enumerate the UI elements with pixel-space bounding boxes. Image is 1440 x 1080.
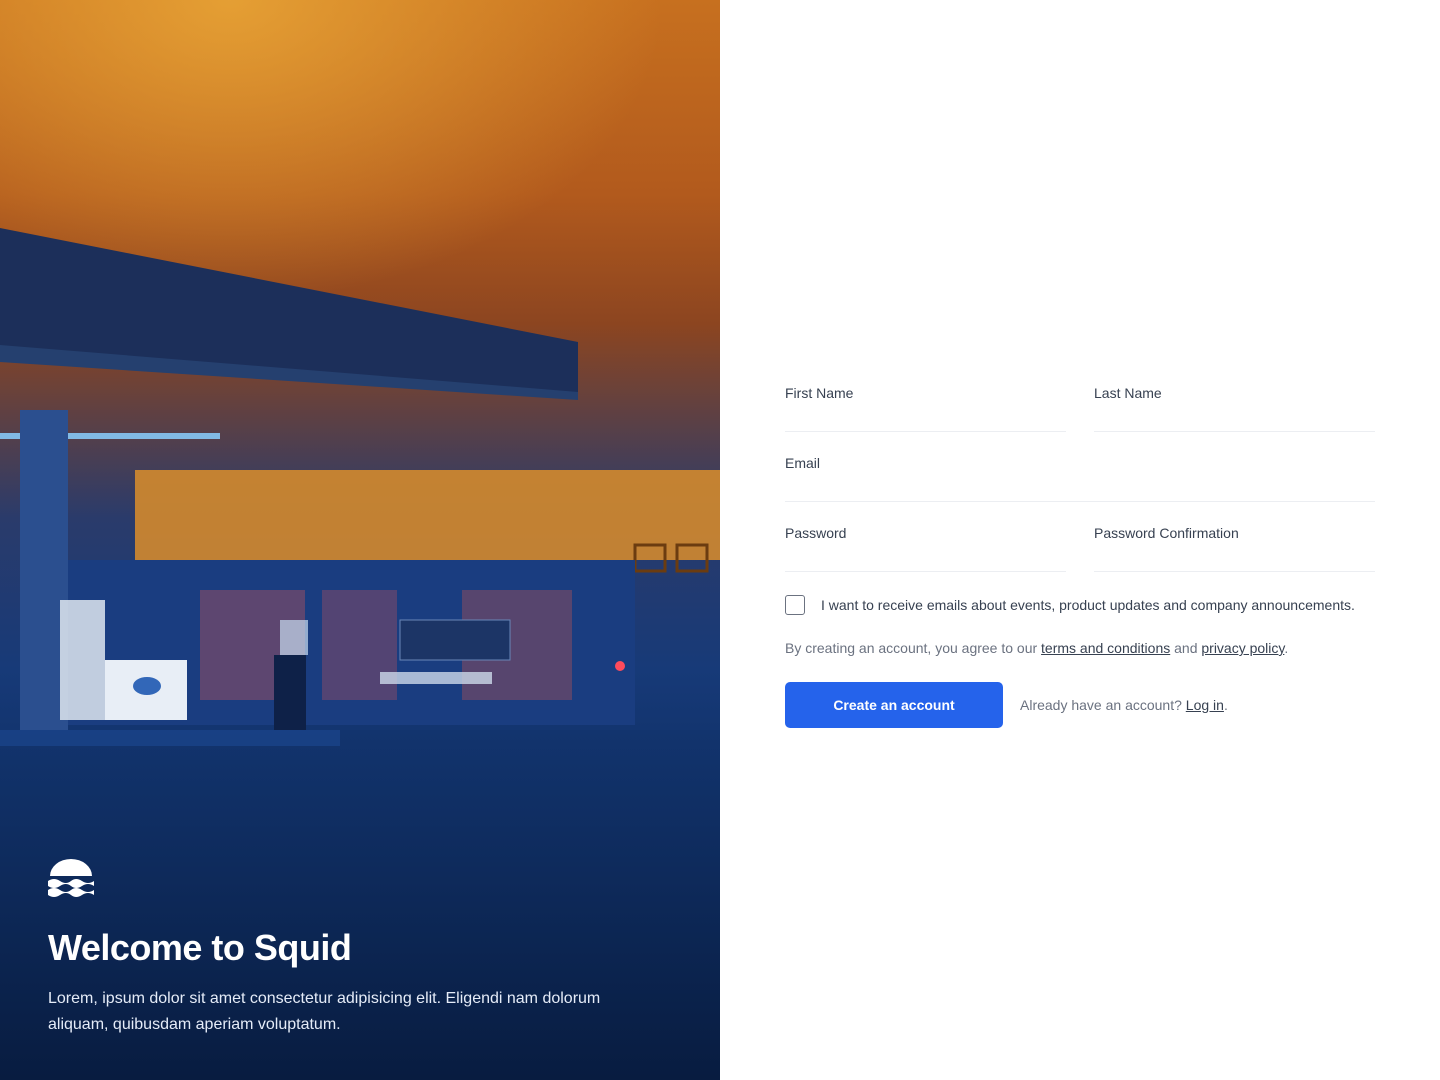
hero-title: Welcome to Squid — [48, 927, 352, 968]
first-name-input[interactable] — [785, 406, 1066, 432]
last-name-label: Last Name — [1094, 385, 1162, 401]
password-field: Password — [785, 524, 1066, 572]
first-name-label: First Name — [785, 385, 854, 401]
privacy-link[interactable]: privacy policy — [1201, 640, 1284, 656]
signup-panel: First Name Last Name Email Password Pass… — [720, 0, 1440, 1080]
hero-panel: Welcome to Squid Lorem, ipsum dolor sit … — [0, 0, 720, 1080]
email-input[interactable] — [785, 476, 1375, 502]
login-prompt-prefix: Already have an account? — [1020, 697, 1186, 713]
login-link[interactable]: Log in — [1186, 697, 1224, 713]
hero-brand: Welcome to Squid Lorem, ipsum dolor sit … — [48, 858, 648, 1038]
password-confirmation-input[interactable] — [1094, 546, 1375, 572]
signup-form: First Name Last Name Email Password Pass… — [785, 384, 1375, 728]
agreement-suffix: . — [1284, 640, 1289, 656]
email-row: Email — [785, 454, 1375, 502]
terms-link[interactable]: terms and conditions — [1041, 640, 1170, 656]
form-actions: Create an account Already have an accoun… — [785, 682, 1375, 728]
login-prompt-suffix: . — [1223, 697, 1228, 713]
marketing-opt-in: I want to receive emails about events, p… — [785, 594, 1375, 616]
password-confirmation-field: Password Confirmation — [1094, 524, 1375, 572]
password-input[interactable] — [785, 546, 1066, 572]
login-prompt: Already have an account? Log in. — [1020, 697, 1228, 713]
name-row: First Name Last Name — [785, 384, 1375, 432]
password-confirmation-label: Password Confirmation — [1094, 525, 1239, 541]
first-name-field: First Name — [785, 384, 1066, 432]
password-label: Password — [785, 525, 847, 541]
hero-description: Lorem, ipsum dolor sit amet consectetur … — [48, 990, 601, 1033]
email-field: Email — [785, 454, 1375, 502]
create-account-button[interactable]: Create an account — [785, 682, 1003, 728]
marketing-checkbox-label[interactable]: I want to receive emails about events, p… — [821, 597, 1355, 613]
password-row: Password Password Confirmation — [785, 524, 1375, 572]
last-name-field: Last Name — [1094, 384, 1375, 432]
terms-agreement: By creating an account, you agree to our… — [785, 638, 1375, 658]
agreement-middle: and — [1170, 640, 1202, 656]
last-name-input[interactable] — [1094, 406, 1375, 432]
email-label: Email — [785, 455, 821, 471]
squid-wave-logo-icon — [48, 859, 94, 897]
agreement-prefix: By creating an account, you agree to our — [785, 640, 1042, 656]
marketing-checkbox[interactable] — [785, 595, 805, 615]
